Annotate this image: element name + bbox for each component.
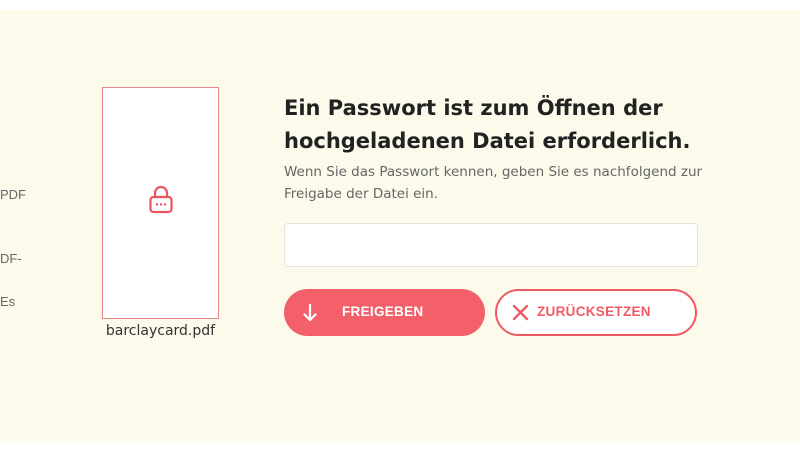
unlock-button[interactable]: FREIGEBEN xyxy=(284,289,485,336)
close-icon xyxy=(512,304,529,321)
password-input[interactable] xyxy=(284,223,698,267)
unlock-button-label: FREIGEBEN xyxy=(342,304,424,319)
sidebar-text-fragment: Es xyxy=(0,294,16,309)
content-panel: PDF DF- Es barclaycard.pdf Ein Passwort … xyxy=(0,10,800,443)
file-thumbnail xyxy=(102,87,219,319)
sidebar-text-fragment: PDF xyxy=(0,187,26,202)
reset-button-label: ZURÜCKSETZEN xyxy=(537,304,651,319)
sidebar-text-fragment: DF- xyxy=(0,251,22,266)
page-title: Ein Passwort ist zum Öffnen der hochgela… xyxy=(284,96,691,153)
arrow-down-icon xyxy=(303,304,317,322)
lock-icon xyxy=(149,185,173,214)
reset-button[interactable]: ZURÜCKSETZEN xyxy=(495,289,697,336)
page-subtitle: Wenn Sie das Passwort kennen, geben Sie … xyxy=(284,164,703,202)
file-name: barclaycard.pdf xyxy=(105,323,216,339)
